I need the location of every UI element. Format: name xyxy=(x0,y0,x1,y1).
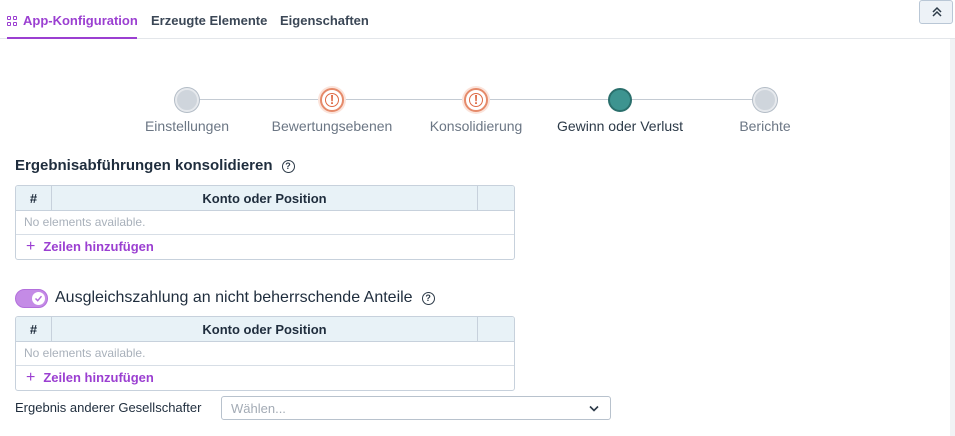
add-rows-label: Zeilen hinzufügen xyxy=(43,370,154,385)
section-title-ausgleichszahlung: Ausgleichszahlung an nicht beherrschende… xyxy=(55,289,435,307)
step-label: Bewertungsebenen xyxy=(271,118,393,134)
ergebnisabfuehrungen-table: # Konto oder Position No elements availa… xyxy=(15,185,515,260)
table-header: # Konto oder Position xyxy=(16,186,514,211)
plus-icon: + xyxy=(26,238,36,255)
tab-label: Erzeugte Elemente xyxy=(151,13,268,28)
step-einstellungen[interactable]: Einstellungen xyxy=(107,86,267,134)
add-rows-button[interactable]: + Zeilen hinzufügen xyxy=(16,235,514,259)
toggle-knob xyxy=(32,292,45,305)
plus-icon: + xyxy=(26,369,36,386)
tab-eigenschaften[interactable]: Eigenschaften xyxy=(280,0,369,39)
ergebnis-anderer-gesellschafter-label: Ergebnis anderer Gesellschafter xyxy=(15,400,202,415)
ergebnis-anderer-gesellschafter-select[interactable]: Wählen... xyxy=(221,396,611,420)
select-placeholder: Wählen... xyxy=(231,401,286,416)
empty-message: No elements available. xyxy=(16,342,514,366)
step-konsolidierung[interactable]: ! Konsolidierung xyxy=(396,86,556,134)
double-chevron-up-icon xyxy=(932,6,942,17)
help-icon[interactable]: ? xyxy=(421,292,435,305)
section-title-ergebnisabfuehrungen: Ergebnisabführungen konsolidieren? xyxy=(15,157,295,174)
help-icon[interactable]: ? xyxy=(281,160,295,173)
tab-label: Eigenschaften xyxy=(280,13,369,28)
grid-icon xyxy=(7,16,17,26)
step-label: Berichte xyxy=(739,118,791,134)
step-label: Gewinn oder Verlust xyxy=(556,118,684,134)
column-header-konto: Konto oder Position xyxy=(52,186,478,210)
section-title-text: Ergebnisabführungen konsolidieren xyxy=(15,157,273,174)
step-bewertungsebenen[interactable]: ! Bewertungsebenen xyxy=(252,86,412,134)
step-pending-dot xyxy=(753,88,777,112)
add-rows-button[interactable]: + Zeilen hinzufügen xyxy=(16,366,514,390)
chevron-down-icon xyxy=(589,405,599,412)
empty-message: No elements available. xyxy=(16,211,514,235)
tab-app-konfiguration[interactable]: App-Konfiguration xyxy=(7,0,138,39)
tab-bar: App-Konfiguration Erzeugte Elemente Eige… xyxy=(0,0,955,39)
step-current-dot xyxy=(608,88,632,112)
tab-erzeugte-elemente[interactable]: Erzeugte Elemente xyxy=(151,0,267,39)
step-gewinn-oder-verlust[interactable]: Gewinn oder Verlust xyxy=(540,86,700,134)
step-pending-dot xyxy=(175,88,199,112)
check-icon xyxy=(34,295,43,302)
table-header: # Konto oder Position xyxy=(16,317,514,342)
column-header-konto: Konto oder Position xyxy=(52,317,478,341)
section-title-text: Ausgleichszahlung an nicht beherrschende… xyxy=(55,289,413,306)
column-header-number: # xyxy=(16,186,52,210)
step-label: Konsolidierung xyxy=(429,118,523,134)
wizard-stepper: Einstellungen ! Bewertungsebenen ! Konso… xyxy=(0,86,955,136)
column-header-number: # xyxy=(16,317,52,341)
collapse-button[interactable] xyxy=(919,0,953,24)
add-rows-label: Zeilen hinzufügen xyxy=(43,239,154,254)
warning-icon: ! xyxy=(320,88,344,112)
ausgleichszahlung-table: # Konto oder Position No elements availa… xyxy=(15,316,515,391)
ausgleichszahlung-toggle[interactable] xyxy=(15,289,48,308)
step-label: Einstellungen xyxy=(144,118,230,134)
tab-label: App-Konfiguration xyxy=(23,13,138,28)
step-berichte[interactable]: Berichte xyxy=(685,86,845,134)
warning-icon: ! xyxy=(464,88,488,112)
